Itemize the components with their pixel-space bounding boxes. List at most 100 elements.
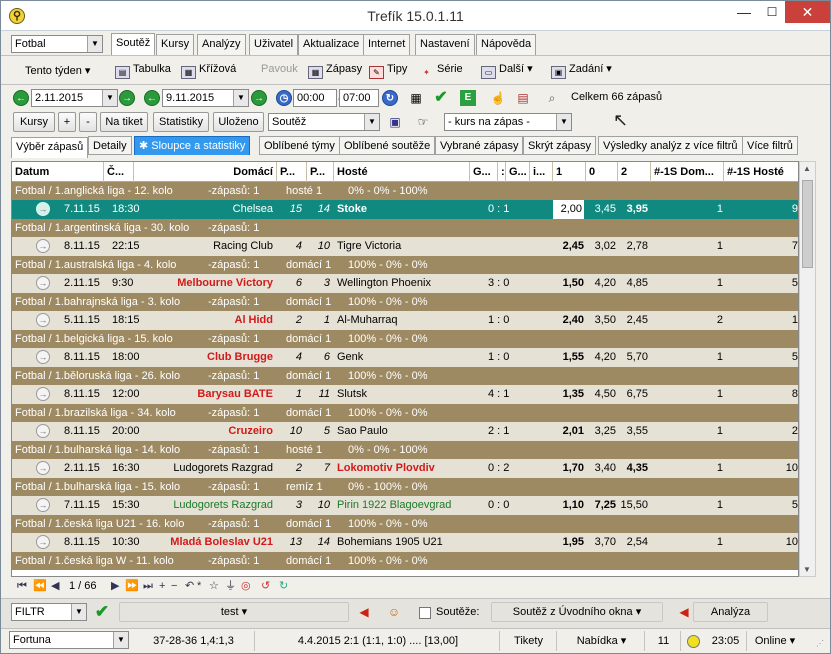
analyza-button[interactable]: Analýza [693,602,768,622]
group-row[interactable]: Fotbal / 1.argentinská liga - 30. kolo -z… [12,219,798,237]
col-cislo[interactable]: Č... [104,162,134,182]
ulozeno-button[interactable]: Uloženo [213,112,264,132]
clear-filter-icon[interactable]: ◎ [241,577,251,595]
col-datum[interactable]: Datum [12,162,104,182]
tab-internet[interactable]: Internet [363,34,411,55]
col-rank-domaci[interactable]: #-1S Dom... [651,162,724,182]
tab-nastaveni[interactable]: Nastavení [415,34,475,55]
row-arrow-icon[interactable]: → [36,239,50,253]
kursy-button[interactable]: Kursy [13,112,55,132]
arrow-left-red-icon[interactable]: ◀ [676,604,692,620]
tab-analyzy[interactable]: Analýzy [197,34,246,55]
star-icon[interactable]: ☆ [209,577,219,595]
match-row[interactable]: → 2.11.15 16:30 Ludogorets Razgrad 2 7 Lokomot… [12,459,798,478]
spider-button[interactable]: Pavouk [259,59,298,79]
time-from-input[interactable]: 00:00 [293,89,337,107]
subtab-vyber-zapasu[interactable]: Výběr zápasů [11,137,89,158]
tab-aktualizace[interactable]: Aktualizace [298,34,365,55]
tips-button[interactable]: ✎ Tipy [367,59,407,79]
tikety-button[interactable]: Tikety [501,631,557,651]
kurs-select[interactable]: - kurs na zápas - ▼ [444,113,572,131]
group-row[interactable]: Fotbal / 1.běloruská liga - 26. kolo -záp… [12,367,798,385]
refresh-red-icon[interactable]: ↺ [261,577,270,595]
group-row[interactable]: Fotbal / 1.bulharská liga - 15. kolo -záp… [12,478,798,496]
col-kurs-2[interactable]: 2 [618,162,651,182]
minimize-button[interactable]: — [731,1,757,23]
prev-arrow-icon[interactable]: ← [144,90,160,106]
row-arrow-icon[interactable]: → [36,387,50,401]
next-arrow-icon[interactable]: → [119,90,135,106]
group-row[interactable]: Fotbal / 1.česká liga W - 11. kolo -zápas… [12,552,798,570]
clock-icon[interactable]: ◷ [276,90,292,106]
col-hoste[interactable]: Hosté [334,162,470,182]
next-page-icon[interactable]: ⏩ [125,577,139,595]
match-row[interactable]: → 8.11.15 12:00 Barysau BATE 1 11 Slutsk 4 : 11… [12,385,798,404]
undo-icon[interactable]: ↶ [185,577,194,595]
excel-icon[interactable]: E [460,90,476,106]
col-kurs-1[interactable]: 1 [553,162,586,182]
asterisk-icon[interactable]: * [197,577,201,595]
group-row[interactable]: Fotbal / 1.bulharská liga - 14. kolo -záp… [12,441,798,459]
magnifier-icon[interactable]: ⌕ [544,90,560,106]
report-icon[interactable]: ▤ [515,90,531,106]
save-icon[interactable]: ▣ [387,114,403,130]
subtab-detaily[interactable]: Detaily [88,136,132,155]
cross-table-button[interactable]: ▦ Křížová [179,59,236,79]
scroll-up-icon[interactable]: ▲ [803,164,811,173]
last-record-icon[interactable]: ⏭ [143,577,153,595]
add-record-icon[interactable]: + [159,577,165,595]
col-poradi-hoste[interactable]: P... [307,162,334,182]
group-row[interactable]: Fotbal / 1.belgická liga - 15. kolo -zápa… [12,330,798,348]
group-row[interactable]: Fotbal / 1.brazilská liga - 34. kolo -záp… [12,404,798,422]
row-arrow-icon[interactable]: → [36,202,50,216]
prev-arrow-icon[interactable]: ← [13,90,29,106]
subtab-vice-filtru[interactable]: Více filtrů [742,136,798,155]
row-arrow-icon[interactable]: → [36,313,50,327]
scroll-down-icon[interactable]: ▼ [803,565,811,574]
match-row[interactable]: → 7.11.15 15:30 Ludogorets Razgrad 3 10 Pirin … [12,496,798,515]
close-button[interactable]: ✕ [785,1,830,23]
row-arrow-icon[interactable]: → [36,461,50,475]
row-arrow-icon[interactable]: → [36,276,50,290]
minus-button[interactable]: - [79,112,97,132]
refresh-icon[interactable]: ↻ [382,90,398,106]
hand-icon[interactable]: ☝ [490,90,506,106]
subtab-oblibene-souteze[interactable]: Oblíbené soutěže [339,136,436,155]
soutez-select[interactable]: Soutěž ▼ [268,113,380,131]
subtab-vybrane-zapasy[interactable]: Vybrané zápasy [435,136,524,155]
sport-select[interactable]: Fotbal ▼ [11,35,103,53]
time-to-input[interactable]: 07:00 [339,89,379,107]
col-info[interactable]: i... [530,162,553,182]
delete-record-icon[interactable]: − [171,577,177,595]
na-tiket-button[interactable]: Na tiket [100,112,148,132]
next-arrow-icon[interactable]: → [251,90,267,106]
group-row[interactable]: Fotbal / 1.anglická liga - 12. kolo -zápa… [12,182,798,200]
tab-napoveda[interactable]: Nápověda [476,34,537,55]
group-row[interactable]: Fotbal / 1.česká liga U21 - 16. kolo -záp… [12,515,798,533]
subtab-sloupce[interactable]: ✱ Sloupce a statistiky [134,136,251,155]
row-arrow-icon[interactable]: → [36,535,50,549]
arrow-left-red-icon[interactable]: ◀ [356,604,372,620]
week-dropdown[interactable]: Tento týden ▾ [23,61,90,81]
group-row[interactable]: Fotbal / 1.bahrajnská liga - 3. kolo -záp… [12,293,798,311]
match-row[interactable]: → 8.11.15 20:00 Cruzeiro 10 5 Sao Paulo 2 : 1 2,… [12,422,798,441]
plus-button[interactable]: + [58,112,76,132]
maximize-button[interactable]: ☐ [759,1,785,23]
col-rank-hoste[interactable]: #-1S Hosté [724,162,798,182]
series-button[interactable]: ✦ Série [417,59,463,79]
scrollbar-thumb[interactable] [802,180,813,268]
tab-uzivatel[interactable]: Uživatel [249,34,299,55]
prev-record-icon[interactable]: ◀ [51,577,59,595]
test-dropdown[interactable]: test ▾ [119,602,349,622]
group-row[interactable]: Fotbal / 1.australská liga - 4. kolo -záp… [12,256,798,274]
calendar-icon[interactable]: ▦ [408,90,424,106]
matches-button[interactable]: ▦ Zápasy [306,59,362,79]
match-row[interactable]: → 8.11.15 10:30 Mladá Boleslav U21 13 14 Bohem… [12,533,798,552]
tab-kursy[interactable]: Kursy [156,34,195,55]
match-row[interactable]: → 7.11.15 18:30 Chelsea 15 14 Stoke 0 : 1 2,00 3,… [12,200,798,219]
online-dropdown[interactable]: Online ▾ [749,631,801,651]
filter-icon[interactable]: ⏚ [225,577,236,595]
nabidka-dropdown[interactable]: Nabídka ▾ [559,631,645,651]
person-icon[interactable]: ☺ [386,604,402,620]
col-kurs-0[interactable]: 0 [586,162,618,182]
